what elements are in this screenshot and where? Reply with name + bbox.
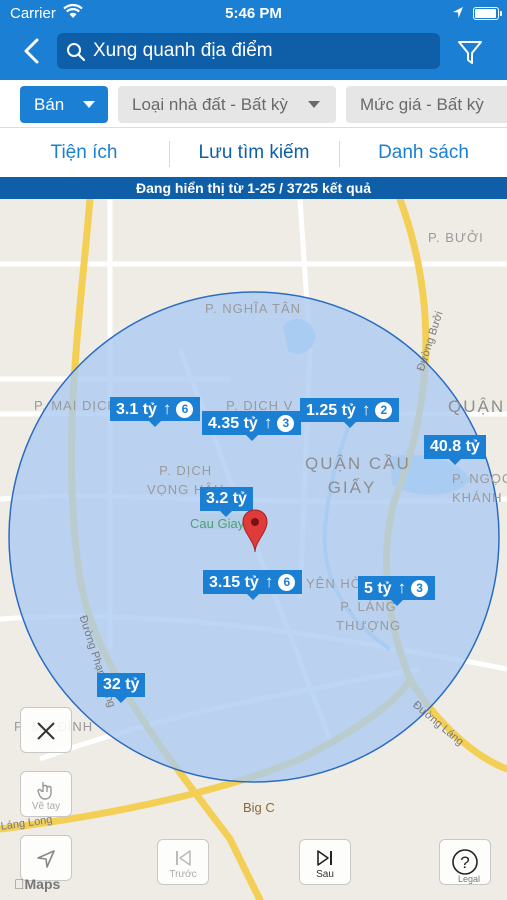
svg-text:?: ? (460, 853, 469, 872)
listing-price: 3.15 tỷ (209, 574, 259, 591)
skip-back-icon (176, 850, 191, 866)
results-count: Đang hiển thị từ 1-25 / 3725 kết quả (0, 177, 507, 199)
tab-utilities[interactable]: Tiện ích (0, 128, 168, 178)
district-label-partial: QUẬN (448, 397, 506, 416)
battery-icon (473, 7, 502, 20)
listing-marker[interactable]: 5 tỷ ↑ 3 (358, 576, 436, 606)
arrow-up-icon: ↑ (162, 399, 172, 418)
listing-count-badge: 3 (276, 414, 296, 433)
price-dropdown[interactable]: Mức giá - Bất kỳ (346, 86, 507, 123)
area-label-nghia-tan: P. NGHĨA TÂN (205, 301, 302, 316)
navigation-arrow-icon (37, 850, 55, 868)
next-label: Sau (316, 869, 334, 880)
draw-button[interactable]: Vẽ tay (20, 771, 72, 817)
listing-count-badge: 3 (410, 579, 430, 598)
property-type-dropdown[interactable]: Loại nhà đất - Bất kỳ (118, 86, 336, 123)
listing-marker[interactable]: 3.1 tỷ ↑ 6 (110, 397, 201, 427)
tab-list[interactable]: Danh sách (340, 128, 507, 178)
maps-attribution: Maps (14, 876, 60, 892)
tab-saved-search[interactable]: Lưu tìm kiếm (170, 128, 338, 178)
previous-page-button[interactable]: Trước (157, 839, 209, 885)
listing-price: 5 tỷ (364, 580, 392, 597)
property-type-label: Loại nhà đất - Bất kỳ (132, 95, 288, 114)
area-label-ngoc-khanh: P. NGỌC KHÁNH (452, 471, 507, 505)
search-icon (67, 43, 86, 62)
listing-marker[interactable]: 40.8 tỷ (424, 435, 486, 465)
header-bar: Carrier 5:46 PM (0, 0, 507, 80)
next-page-button[interactable]: Sau (299, 839, 351, 885)
filter-icon[interactable] (456, 37, 484, 67)
poi-label-bigc: Big C (243, 800, 275, 815)
legal-link[interactable]: Legal (458, 874, 480, 884)
arrow-up-icon: ↑ (397, 578, 407, 597)
hand-pointer-icon (37, 782, 52, 800)
listing-price: 4.35 tỷ (208, 415, 258, 432)
transaction-dropdown[interactable]: Bán (20, 86, 108, 123)
help-icon: ? (452, 849, 478, 875)
area-label-buoi: P. BƯỞI (428, 230, 484, 245)
tab-bar: Tiện ích Lưu tìm kiếm Danh sách (0, 128, 507, 178)
chevron-down-icon (308, 101, 320, 108)
chevron-down-icon (83, 101, 95, 108)
listing-marker[interactable]: 4.35 tỷ ↑ 3 (202, 411, 302, 441)
previous-label: Trước (169, 869, 197, 880)
listing-count-badge: 6 (175, 400, 195, 419)
locate-button[interactable] (20, 835, 72, 881)
back-button[interactable] (18, 36, 46, 66)
listing-price: 1.25 tỷ (306, 402, 356, 419)
transaction-label: Bán (34, 95, 65, 114)
listing-price: 3.1 tỷ (116, 401, 157, 418)
arrow-up-icon: ↑ (263, 413, 273, 432)
listing-count-badge: 2 (374, 401, 394, 420)
search-box[interactable] (57, 33, 440, 69)
listing-price: 3.2 tỷ (206, 490, 247, 507)
arrow-up-icon: ↑ (264, 572, 274, 591)
district-label: QUẬN CẦU GIẤY (305, 454, 411, 497)
listing-marker[interactable]: 1.25 tỷ ↑ 2 (300, 398, 400, 428)
close-icon (37, 722, 55, 740)
listing-price: 40.8 tỷ (430, 438, 480, 455)
status-bar: Carrier 5:46 PM (0, 0, 507, 28)
location-pin-icon[interactable] (241, 508, 269, 554)
skip-forward-icon (317, 850, 332, 866)
draw-label: Vẽ tay (31, 801, 61, 812)
clear-button[interactable] (20, 707, 72, 753)
listing-price: 32 tỷ (103, 676, 140, 693)
price-label: Mức giá - Bất kỳ (360, 95, 484, 114)
listing-count-badge: 6 (277, 573, 297, 592)
arrow-up-icon: ↑ (361, 400, 371, 419)
listing-marker[interactable]: 3.15 tỷ ↑ 6 (203, 570, 303, 600)
location-arrow-icon (453, 7, 463, 18)
search-input[interactable] (93, 33, 433, 69)
map-view[interactable]: P. BƯỞI P. NGHĨA TÂN P. MAI DỊCH P. DỊCH… (0, 199, 507, 900)
area-label-mai-dich: P. MAI DỊCH (34, 398, 118, 413)
listing-marker[interactable]: 32 tỷ (97, 673, 146, 703)
clock: 5:46 PM (225, 5, 282, 22)
filter-row: Bán Loại nhà đất - Bất kỳ Mức giá - Bất … (0, 80, 507, 128)
